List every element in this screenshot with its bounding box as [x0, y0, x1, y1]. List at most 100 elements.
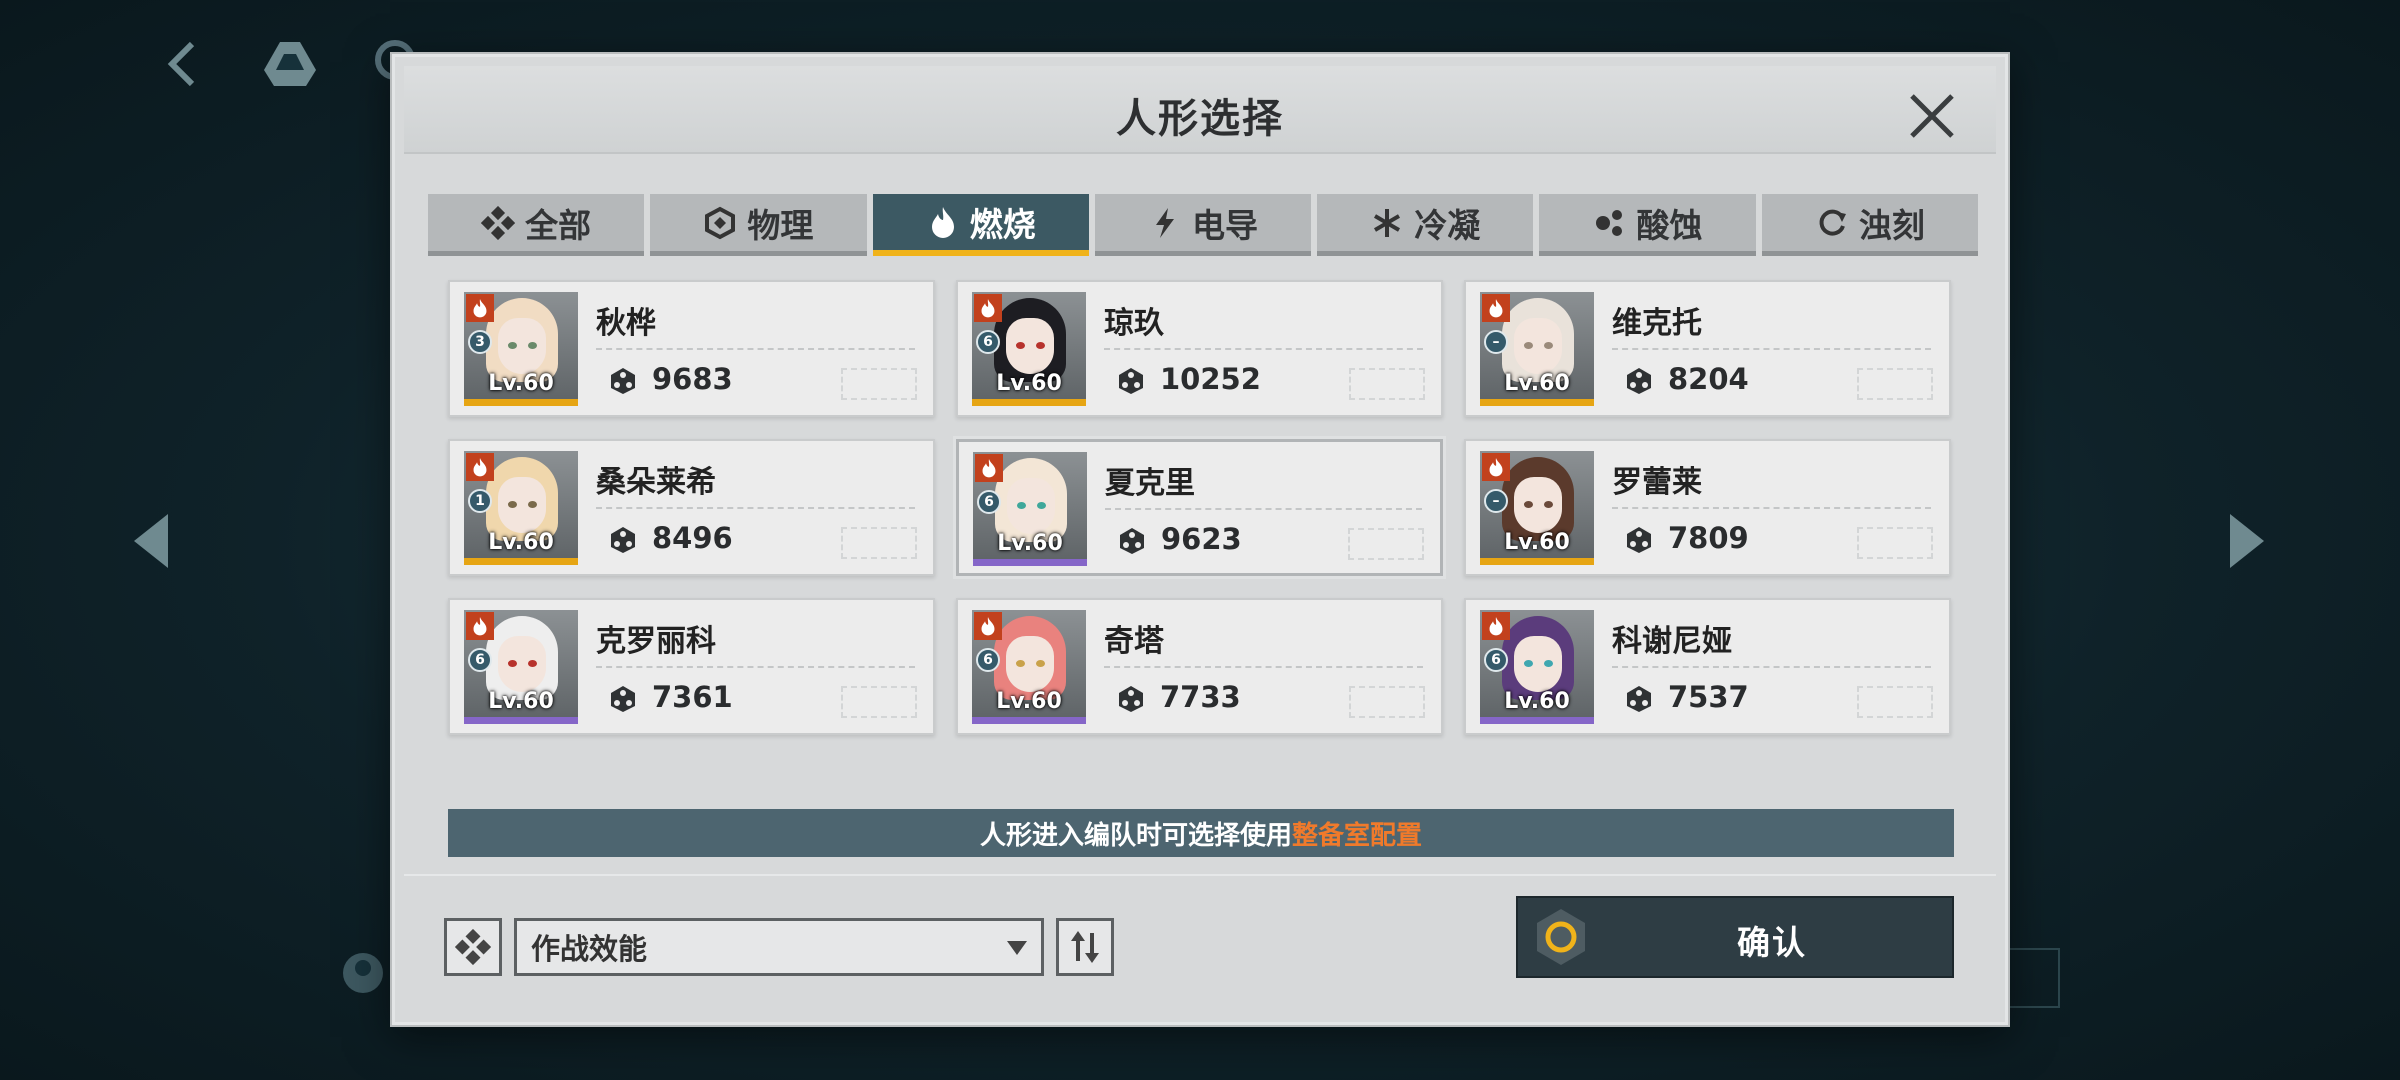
burn-element-icon — [1482, 612, 1510, 640]
rank-badge: 6 — [468, 648, 492, 672]
sort-selected-value: 作战效能 — [531, 932, 648, 966]
corrode-icon — [1819, 209, 1846, 236]
next-page-arrow-icon[interactable] — [2222, 510, 2270, 572]
character-card[interactable]: 3 Lv.60 秋桦 9683 — [448, 280, 935, 417]
divider — [596, 666, 915, 668]
rarity-bar — [972, 399, 1086, 406]
combat-power-icon — [1119, 686, 1143, 712]
portrait-face — [1514, 636, 1562, 692]
character-name: 罗蕾莱 — [1612, 465, 1702, 500]
character-card[interactable]: 1 Lv.60 桑朵莱希 8496 — [448, 439, 935, 576]
character-card[interactable]: 6 Lv.60 琼玖 10252 — [956, 280, 1443, 417]
character-name: 科谢尼娅 — [1612, 624, 1732, 659]
burn-icon — [931, 207, 954, 238]
portrait-eye — [1037, 502, 1046, 509]
filter-button[interactable] — [444, 918, 502, 976]
portrait-face — [1514, 477, 1562, 533]
combat-power-icon — [1120, 528, 1144, 554]
element-filter-tabs: 全部 物理 燃烧 电导 冷凝 酸蚀 浊刻 — [428, 194, 1978, 260]
tab-freeze[interactable]: 冷凝 — [1317, 194, 1534, 256]
rarity-bar — [464, 558, 578, 565]
serial-stamp — [841, 368, 917, 400]
rank-badge: – — [1484, 489, 1508, 513]
sort-order-button[interactable] — [1056, 918, 1114, 976]
level-label: Lv.60 — [996, 689, 1062, 714]
combat-power-value: 9623 — [1161, 522, 1242, 556]
character-card[interactable]: 6 Lv.60 夏克里 9623 — [956, 439, 1443, 576]
back-arrow-icon[interactable] — [160, 38, 204, 90]
serial-stamp — [1857, 686, 1933, 718]
tab-all[interactable]: 全部 — [428, 194, 645, 256]
prev-page-arrow-icon[interactable] — [128, 510, 176, 572]
portrait-eye — [1524, 660, 1533, 667]
tab-label: 酸蚀 — [1636, 205, 1703, 245]
confirm-hex-icon — [1537, 909, 1585, 965]
tab-physical[interactable]: 物理 — [650, 194, 867, 256]
character-card[interactable]: 6 Lv.60 奇塔 7733 — [956, 598, 1443, 735]
dialog-header: 人形选择 — [404, 66, 1996, 154]
portrait-eye — [1544, 342, 1553, 349]
rank-badge: 1 — [468, 489, 492, 513]
freeze-icon — [1374, 208, 1401, 237]
portrait-eye — [1036, 660, 1045, 667]
banner-highlight: 整备室配置 — [1292, 820, 1423, 851]
footer-divider — [404, 874, 1996, 876]
character-card[interactable]: – Lv.60 维克托 8204 — [1464, 280, 1951, 417]
divider — [1104, 348, 1423, 350]
rarity-bar — [1480, 399, 1594, 406]
serial-stamp — [1349, 686, 1425, 718]
character-name: 琼玖 — [1104, 306, 1164, 341]
divider — [1612, 348, 1931, 350]
tab-corrode[interactable]: 浊刻 — [1761, 194, 1978, 256]
character-portrait: 6 Lv.60 — [972, 292, 1086, 406]
portrait-eye — [528, 660, 537, 667]
character-name: 奇塔 — [1104, 624, 1164, 659]
tab-electric[interactable]: 电导 — [1094, 194, 1312, 256]
all-icon — [481, 205, 516, 240]
combat-power-icon — [611, 368, 635, 394]
character-portrait: 3 Lv.60 — [464, 292, 578, 406]
divider — [1612, 507, 1931, 509]
portrait-eye — [1017, 502, 1026, 509]
portrait-eye — [1544, 660, 1553, 667]
rarity-bar — [1480, 717, 1594, 724]
burn-element-icon — [975, 454, 1003, 482]
combat-power-icon — [1627, 527, 1651, 553]
avatar-icon[interactable] — [340, 950, 386, 996]
combat-power-icon — [1627, 686, 1651, 712]
combat-power-value: 7809 — [1668, 521, 1749, 555]
character-card[interactable]: 6 Lv.60 科谢尼娅 7537 — [1464, 598, 1951, 735]
serial-stamp — [841, 527, 917, 559]
close-icon[interactable] — [1904, 88, 1960, 144]
level-label: Lv.60 — [1504, 371, 1570, 396]
tab-label: 电导 — [1191, 205, 1258, 245]
divider — [596, 507, 915, 509]
rarity-bar — [1480, 558, 1594, 565]
character-name: 维克托 — [1612, 306, 1702, 341]
burn-element-icon — [1482, 294, 1510, 322]
level-label: Lv.60 — [488, 371, 554, 396]
portrait-face — [1514, 318, 1562, 374]
portrait-eye — [528, 342, 537, 349]
level-label: Lv.60 — [1504, 689, 1570, 714]
sort-dropdown[interactable]: 作战效能 — [514, 918, 1044, 976]
character-portrait: 6 Lv.60 — [972, 610, 1086, 724]
portrait-eye — [508, 501, 517, 508]
rarity-bar — [973, 559, 1087, 566]
character-name: 克罗丽科 — [596, 624, 716, 659]
character-card[interactable]: 6 Lv.60 克罗丽科 7361 — [448, 598, 935, 735]
rank-badge: 6 — [976, 648, 1000, 672]
rank-badge: 3 — [468, 330, 492, 354]
serial-stamp — [1857, 527, 1933, 559]
combat-power-value: 7537 — [1668, 680, 1749, 714]
tab-burn[interactable]: 燃烧 — [872, 194, 1089, 256]
character-card[interactable]: – Lv.60 罗蕾莱 7809 — [1464, 439, 1951, 576]
confirm-button[interactable]: 确认 — [1516, 896, 1954, 978]
tab-acid[interactable]: 酸蚀 — [1539, 194, 1756, 256]
rarity-bar — [972, 717, 1086, 724]
portrait-eye — [508, 342, 517, 349]
character-name: 桑朵莱希 — [596, 465, 716, 500]
serial-stamp — [1857, 368, 1933, 400]
portrait-eye — [1016, 660, 1025, 667]
drive-icon[interactable] — [262, 40, 318, 88]
